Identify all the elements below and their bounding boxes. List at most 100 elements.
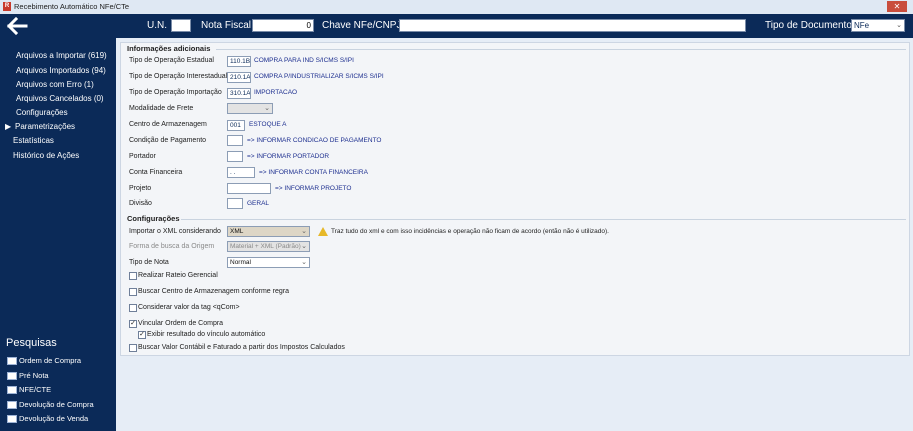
pesquisa-label: Devolução de Compra (19, 400, 94, 409)
chevron-down-icon: ⌄ (896, 22, 902, 29)
tipo-nota-label: Tipo de Nota (129, 259, 169, 266)
sidebar-item-arquivos-importados[interactable]: Arquivos Importados (94) (16, 66, 106, 75)
window-icon (7, 415, 17, 424)
nota-input[interactable]: 0 (252, 19, 314, 32)
warning-icon (318, 227, 328, 236)
exibir-resultado-label: Exibir resultado do vínculo automático (147, 331, 266, 338)
portador-label: Portador (129, 153, 156, 160)
caret-right-icon: ▶ (5, 122, 12, 131)
divisao-label: Divisão (129, 200, 152, 207)
op-estadual-desc: COMPRA PARA IND S/ICMS S/IPI (254, 57, 354, 64)
tipo-documento-label: Tipo de Documento (765, 20, 852, 31)
un-input[interactable] (171, 19, 191, 32)
nota-label: Nota Fiscal (201, 20, 252, 31)
condicao-pagamento-input[interactable] (227, 135, 243, 146)
sidebar-item-arquivos-importar[interactable]: Arquivos a Importar (619) (16, 51, 107, 60)
parametrizacoes-panel: Informações adicionais Tipo de Operação … (120, 42, 910, 356)
op-importacao-input[interactable]: 310.1A (227, 88, 251, 99)
pesquisa-pre-nota[interactable]: Pré Nota (7, 371, 49, 381)
projeto-label: Projeto (129, 185, 152, 192)
chevron-down-icon: ⌄ (301, 243, 307, 250)
forma-busca-value: Material + XML (Padrão) (230, 243, 301, 250)
modalidade-frete-label: Modalidade de Frete (129, 105, 194, 112)
pesquisa-label: NFE/CTE (19, 385, 52, 394)
valor-qcom-label: Considerar valor da tag <qCom> (138, 304, 240, 311)
valor-contabil-label: Buscar Valor Contábil e Faturado a parti… (138, 344, 345, 351)
divisao-input[interactable] (227, 198, 243, 209)
rateio-gerencial-label: Realizar Rateio Gerencial (138, 272, 218, 279)
op-estadual-label: Tipo de Operação Estadual (129, 57, 214, 64)
exibir-resultado-checkbox[interactable]: ✓ (138, 331, 146, 339)
chevron-down-icon: ⌄ (301, 259, 307, 266)
rateio-gerencial-checkbox[interactable] (129, 272, 137, 280)
pesquisa-label: Pré Nota (19, 371, 49, 380)
pesquisa-devolucao-compra[interactable]: Devolução de Compra (7, 400, 94, 410)
window-title: Recebimento Automático NFe/CTe (14, 2, 130, 11)
vincular-ordem-checkbox[interactable]: ✓ (129, 320, 137, 328)
tipo-documento-value: NFe (854, 21, 870, 30)
window-icon (7, 372, 17, 381)
projeto-desc: => INFORMAR PROJETO (275, 185, 352, 192)
conta-financeira-label: Conta Financeira (129, 169, 183, 176)
valor-contabil-checkbox[interactable] (129, 344, 137, 352)
tipo-documento-select[interactable]: NFe ⌄ (851, 19, 905, 32)
modalidade-frete-select[interactable]: ⌄ (227, 103, 273, 114)
pesquisa-nfe-cte[interactable]: NFE/CTE (7, 385, 52, 395)
centro-armazenagem-input[interactable]: 001 (227, 120, 245, 131)
pesquisa-label: Devolução de Venda (19, 414, 89, 423)
sidebar-item-historico[interactable]: Histórico de Ações (13, 151, 79, 160)
section-divider (181, 219, 906, 220)
op-importacao-desc: IMPORTACAO (254, 89, 298, 96)
conta-financeira-input[interactable]: . . (227, 167, 255, 178)
pesquisa-ordem-compra[interactable]: Ordem de Compra (7, 356, 82, 366)
chevron-down-icon: ⌄ (264, 105, 270, 112)
header-bar: U.N. Nota Fiscal 0 Chave NFe/CNPJ Tipo d… (0, 14, 913, 38)
app-icon: R (3, 2, 11, 11)
valor-qcom-checkbox[interactable] (129, 304, 137, 312)
window-icon (7, 401, 17, 410)
section-divider (216, 49, 906, 50)
op-interestadual-desc: COMPRA P/INDUSTRIALIZAR S/ICMS S/IPI (254, 73, 384, 80)
config-section-title: Configurações (127, 214, 180, 223)
checkmark-icon: ✓ (139, 331, 145, 338)
tipo-nota-select[interactable]: Normal ⌄ (227, 257, 310, 268)
chave-input[interactable] (399, 19, 746, 32)
forma-busca-select[interactable]: Material + XML (Padrão) ⌄ (227, 241, 310, 252)
sidebar: Arquivos a Importar (619) Arquivos Impor… (0, 38, 116, 431)
un-label: U.N. (147, 20, 167, 31)
op-interestadual-input[interactable]: 210.1A (227, 72, 251, 83)
op-estadual-input[interactable]: 110.1B (227, 56, 251, 67)
projeto-input[interactable] (227, 183, 271, 194)
sidebar-item-estatisticas[interactable]: Estatísticas (13, 136, 54, 145)
portador-input[interactable] (227, 151, 243, 162)
window-icon (7, 357, 17, 366)
info-section-title: Informações adicionais (127, 44, 211, 53)
sidebar-item-parametrizacoes[interactable]: Parametrizações (15, 122, 75, 131)
pesquisa-label: Ordem de Compra (19, 356, 82, 365)
importar-xml-value: XML (230, 228, 244, 235)
op-importacao-label: Tipo de Operação Importação (129, 89, 222, 96)
close-button[interactable]: ✕ (887, 1, 907, 12)
sidebar-item-arquivos-erro[interactable]: Arquivos com Erro (1) (16, 80, 94, 89)
centro-armazenagem-regra-checkbox[interactable] (129, 288, 137, 296)
back-button[interactable] (6, 16, 28, 36)
sidebar-item-arquivos-cancelados[interactable]: Arquivos Cancelados (0) (16, 94, 104, 103)
centro-armazenagem-desc: ESTOQUE A (249, 121, 287, 128)
centro-armazenagem-regra-label: Buscar Centro de Armazenagem conforme re… (138, 288, 289, 295)
pesquisas-title: Pesquisas (6, 337, 57, 349)
condicao-pagamento-desc: => INFORMAR CONDICAO DE PAGAMENTO (247, 137, 382, 144)
chevron-down-icon: ⌄ (301, 228, 307, 235)
chave-label: Chave NFe/CNPJ (322, 20, 402, 31)
window-icon (7, 386, 17, 395)
op-interestadual-label: Tipo de Operação Interestadual (129, 73, 228, 80)
condicao-pagamento-label: Condição de Pagamento (129, 137, 207, 144)
centro-armazenagem-label: Centro de Armazenagem (129, 121, 207, 128)
checkmark-icon: ✓ (130, 320, 136, 327)
importar-xml-select[interactable]: XML ⌄ (227, 226, 310, 237)
vincular-ordem-label: Vincular Ordem de Compra (138, 320, 224, 327)
window-titlebar: R Recebimento Automático NFe/CTe ✕ (0, 0, 913, 15)
forma-busca-label: Forma de busca da Origem (129, 243, 215, 250)
sidebar-item-configuracoes[interactable]: Configurações (16, 108, 68, 117)
pesquisa-devolucao-venda[interactable]: Devolução de Venda (7, 414, 89, 424)
importar-xml-label: Importar o XML considerando (129, 228, 221, 235)
